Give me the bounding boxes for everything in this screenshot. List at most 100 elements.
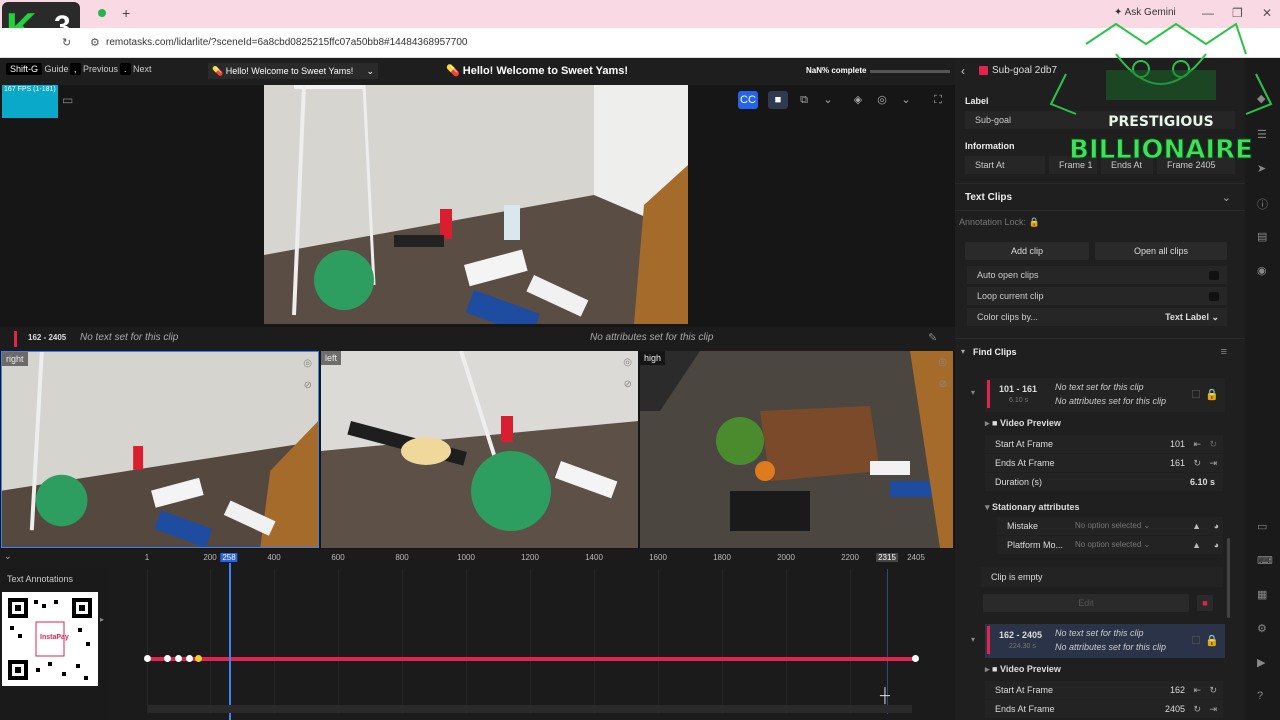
- info-icon[interactable]: ⓘ: [1257, 196, 1268, 212]
- clip-card-active[interactable]: 162 - 2405 224.30 s No text set for this…: [985, 624, 1225, 658]
- layers-icon[interactable]: ◈: [848, 91, 868, 109]
- checkbox-icon[interactable]: ☐: [1191, 388, 1201, 401]
- clip-color-bar: [987, 626, 990, 654]
- dashboard-icon[interactable]: ▦: [1257, 588, 1267, 601]
- keyframe-dot-selected[interactable]: [195, 655, 202, 662]
- end-frame-value[interactable]: 2405: [1165, 700, 1185, 718]
- previous-button[interactable]: , Previous: [70, 63, 118, 75]
- panel-scrollbar[interactable]: [1227, 538, 1230, 618]
- timeline[interactable]: ⌄ 1 200 258 400 600 800 1000 1200 1400 1…: [0, 549, 955, 720]
- keyframe-dot[interactable]: [144, 655, 151, 662]
- timeline-scrollbar[interactable]: [148, 705, 912, 713]
- external-link-icon[interactable]: ⧉: [794, 91, 814, 109]
- warning-icon[interactable]: ▲: [1192, 536, 1201, 554]
- loop-current-toggle[interactable]: Loop current clip: [967, 287, 1227, 305]
- annotation-track[interactable]: [147, 657, 916, 661]
- platform-select[interactable]: No option selected ⌄: [1075, 536, 1150, 554]
- radar-icon[interactable]: ◉: [1257, 264, 1267, 277]
- add-clip-button[interactable]: Add clip: [965, 242, 1089, 260]
- camera-left-view[interactable]: left ◎ ⊘: [321, 351, 638, 548]
- keyframe-dot[interactable]: [175, 655, 182, 662]
- next-button[interactable]: . Next: [120, 63, 152, 75]
- keyframe-dot[interactable]: [186, 655, 193, 662]
- camera-icon[interactable]: ■: [768, 91, 788, 109]
- hide-icon[interactable]: ⊘: [304, 380, 312, 391]
- start-frame-value[interactable]: 162: [1170, 681, 1185, 699]
- skip-start-icon[interactable]: ⇤: [1193, 681, 1201, 699]
- skip-start-icon[interactable]: ⇤: [1193, 435, 1201, 453]
- document-icon[interactable]: ▤: [1257, 230, 1267, 243]
- comment-icon[interactable]: ▭: [1257, 520, 1267, 533]
- fullscreen-icon[interactable]: ⛶: [928, 91, 948, 109]
- start-frame-row: Start At Frame 101 ⇤ ↻: [985, 435, 1223, 453]
- video-preview-toggle[interactable]: ▸ ■ Video Preview: [985, 418, 1061, 429]
- task-title-dropdown[interactable]: 💊 Hello! Welcome to Sweet Yams! ⌄: [208, 63, 378, 79]
- filter-icon[interactable]: ≡: [1221, 346, 1227, 358]
- annotation-lock[interactable]: Annotation Lock: 🔒: [959, 217, 1040, 228]
- keyframe-dot[interactable]: [164, 655, 171, 662]
- chevron-down-icon[interactable]: ⌄: [818, 91, 838, 109]
- stationary-attributes-toggle[interactable]: ▾ Stationary attributes: [985, 502, 1080, 513]
- end-frame-value[interactable]: 161: [1170, 454, 1185, 472]
- help-icon[interactable]: ?: [1257, 690, 1263, 702]
- collapse-chevron-icon[interactable]: ⌄: [4, 551, 12, 562]
- color-clips-select[interactable]: Color clips by... Text Label ⌄: [967, 308, 1227, 326]
- hide-icon[interactable]: ⊘: [939, 379, 947, 390]
- main-camera-view[interactable]: [264, 85, 688, 324]
- palette-icon[interactable]: ◕: [1214, 517, 1219, 535]
- open-all-clips-button[interactable]: Open all clips: [1095, 242, 1227, 260]
- skip-end-icon[interactable]: ⇥: [1209, 454, 1217, 472]
- delete-icon[interactable]: ■: [1197, 595, 1213, 611]
- camera-right-view[interactable]: right ◎ ⊘: [1, 351, 319, 548]
- playhead[interactable]: [229, 563, 231, 720]
- duration-value: 6.10 s: [1189, 477, 1215, 487]
- expand-arrow-icon[interactable]: ▸: [100, 615, 104, 624]
- target-icon[interactable]: ◎: [872, 91, 892, 109]
- ruler-icon[interactable]: ▭: [62, 93, 73, 107]
- lock-icon[interactable]: 🔒: [1205, 634, 1219, 647]
- chevron-down-icon[interactable]: ⌄: [896, 91, 916, 109]
- mistake-select[interactable]: No option selected ⌄: [1075, 517, 1150, 535]
- tick-label: 1200: [521, 553, 539, 562]
- tick-label: 2000: [777, 553, 795, 562]
- warning-icon[interactable]: ▲: [1192, 517, 1201, 535]
- toggle-switch[interactable]: [1209, 292, 1219, 301]
- auto-open-toggle[interactable]: Auto open clips: [967, 266, 1227, 284]
- play-icon[interactable]: ▶: [1257, 656, 1265, 669]
- guide-button[interactable]: Shift-G Guide: [6, 63, 69, 75]
- chevron-down-icon[interactable]: ▾: [971, 635, 975, 644]
- overlay-line1: PRESTIGIOUS: [1108, 114, 1214, 130]
- start-frame-value[interactable]: 101: [1170, 435, 1185, 453]
- toggle-switch[interactable]: [1209, 271, 1219, 280]
- reset-icon[interactable]: ↻: [1193, 454, 1201, 472]
- keyframe-dot[interactable]: [912, 655, 919, 662]
- find-clips-header[interactable]: ▾ Find Clips ≡: [955, 338, 1245, 364]
- reset-icon[interactable]: ↻: [1209, 435, 1217, 453]
- reload-icon[interactable]: ↻: [62, 36, 71, 49]
- reset-icon[interactable]: ↻: [1209, 681, 1217, 699]
- camera-high-view[interactable]: high ◎ ⊘: [640, 351, 953, 548]
- back-chevron-icon[interactable]: ‹: [961, 64, 965, 78]
- skip-end-icon[interactable]: ⇥: [1209, 700, 1217, 718]
- settings-icon[interactable]: ⚙: [1257, 622, 1267, 635]
- locate-icon[interactable]: ◎: [623, 357, 632, 368]
- edit-pencil-icon[interactable]: ✎: [928, 331, 937, 344]
- hide-icon[interactable]: ⊘: [624, 379, 632, 390]
- site-info-icon[interactable]: ⚙: [90, 36, 100, 49]
- locate-icon[interactable]: ◎: [938, 357, 947, 368]
- keyboard-icon[interactable]: ⌨: [1257, 554, 1273, 567]
- locate-icon[interactable]: ◎: [303, 358, 312, 369]
- text-clips-header[interactable]: Text Clips ⌄: [955, 183, 1245, 211]
- edit-button[interactable]: Edit: [983, 594, 1189, 612]
- lock-icon[interactable]: 🔒: [1205, 388, 1219, 401]
- checkbox-icon[interactable]: ☐: [1191, 634, 1201, 647]
- chevron-down-icon[interactable]: ▾: [971, 388, 975, 397]
- palette-icon[interactable]: ◕: [1214, 536, 1219, 554]
- tab-favicon[interactable]: [98, 9, 106, 17]
- video-preview-toggle[interactable]: ▸ ■ Video Preview: [985, 664, 1061, 675]
- clip-card[interactable]: 101 - 161 6.10 s No text set for this cl…: [985, 378, 1225, 412]
- new-tab-button[interactable]: +: [122, 5, 130, 21]
- captions-icon[interactable]: CC: [738, 91, 758, 109]
- reset-icon[interactable]: ↻: [1193, 700, 1201, 718]
- url-text[interactable]: remotasks.com/lidarlite/?sceneId=6a8cbd0…: [106, 37, 467, 48]
